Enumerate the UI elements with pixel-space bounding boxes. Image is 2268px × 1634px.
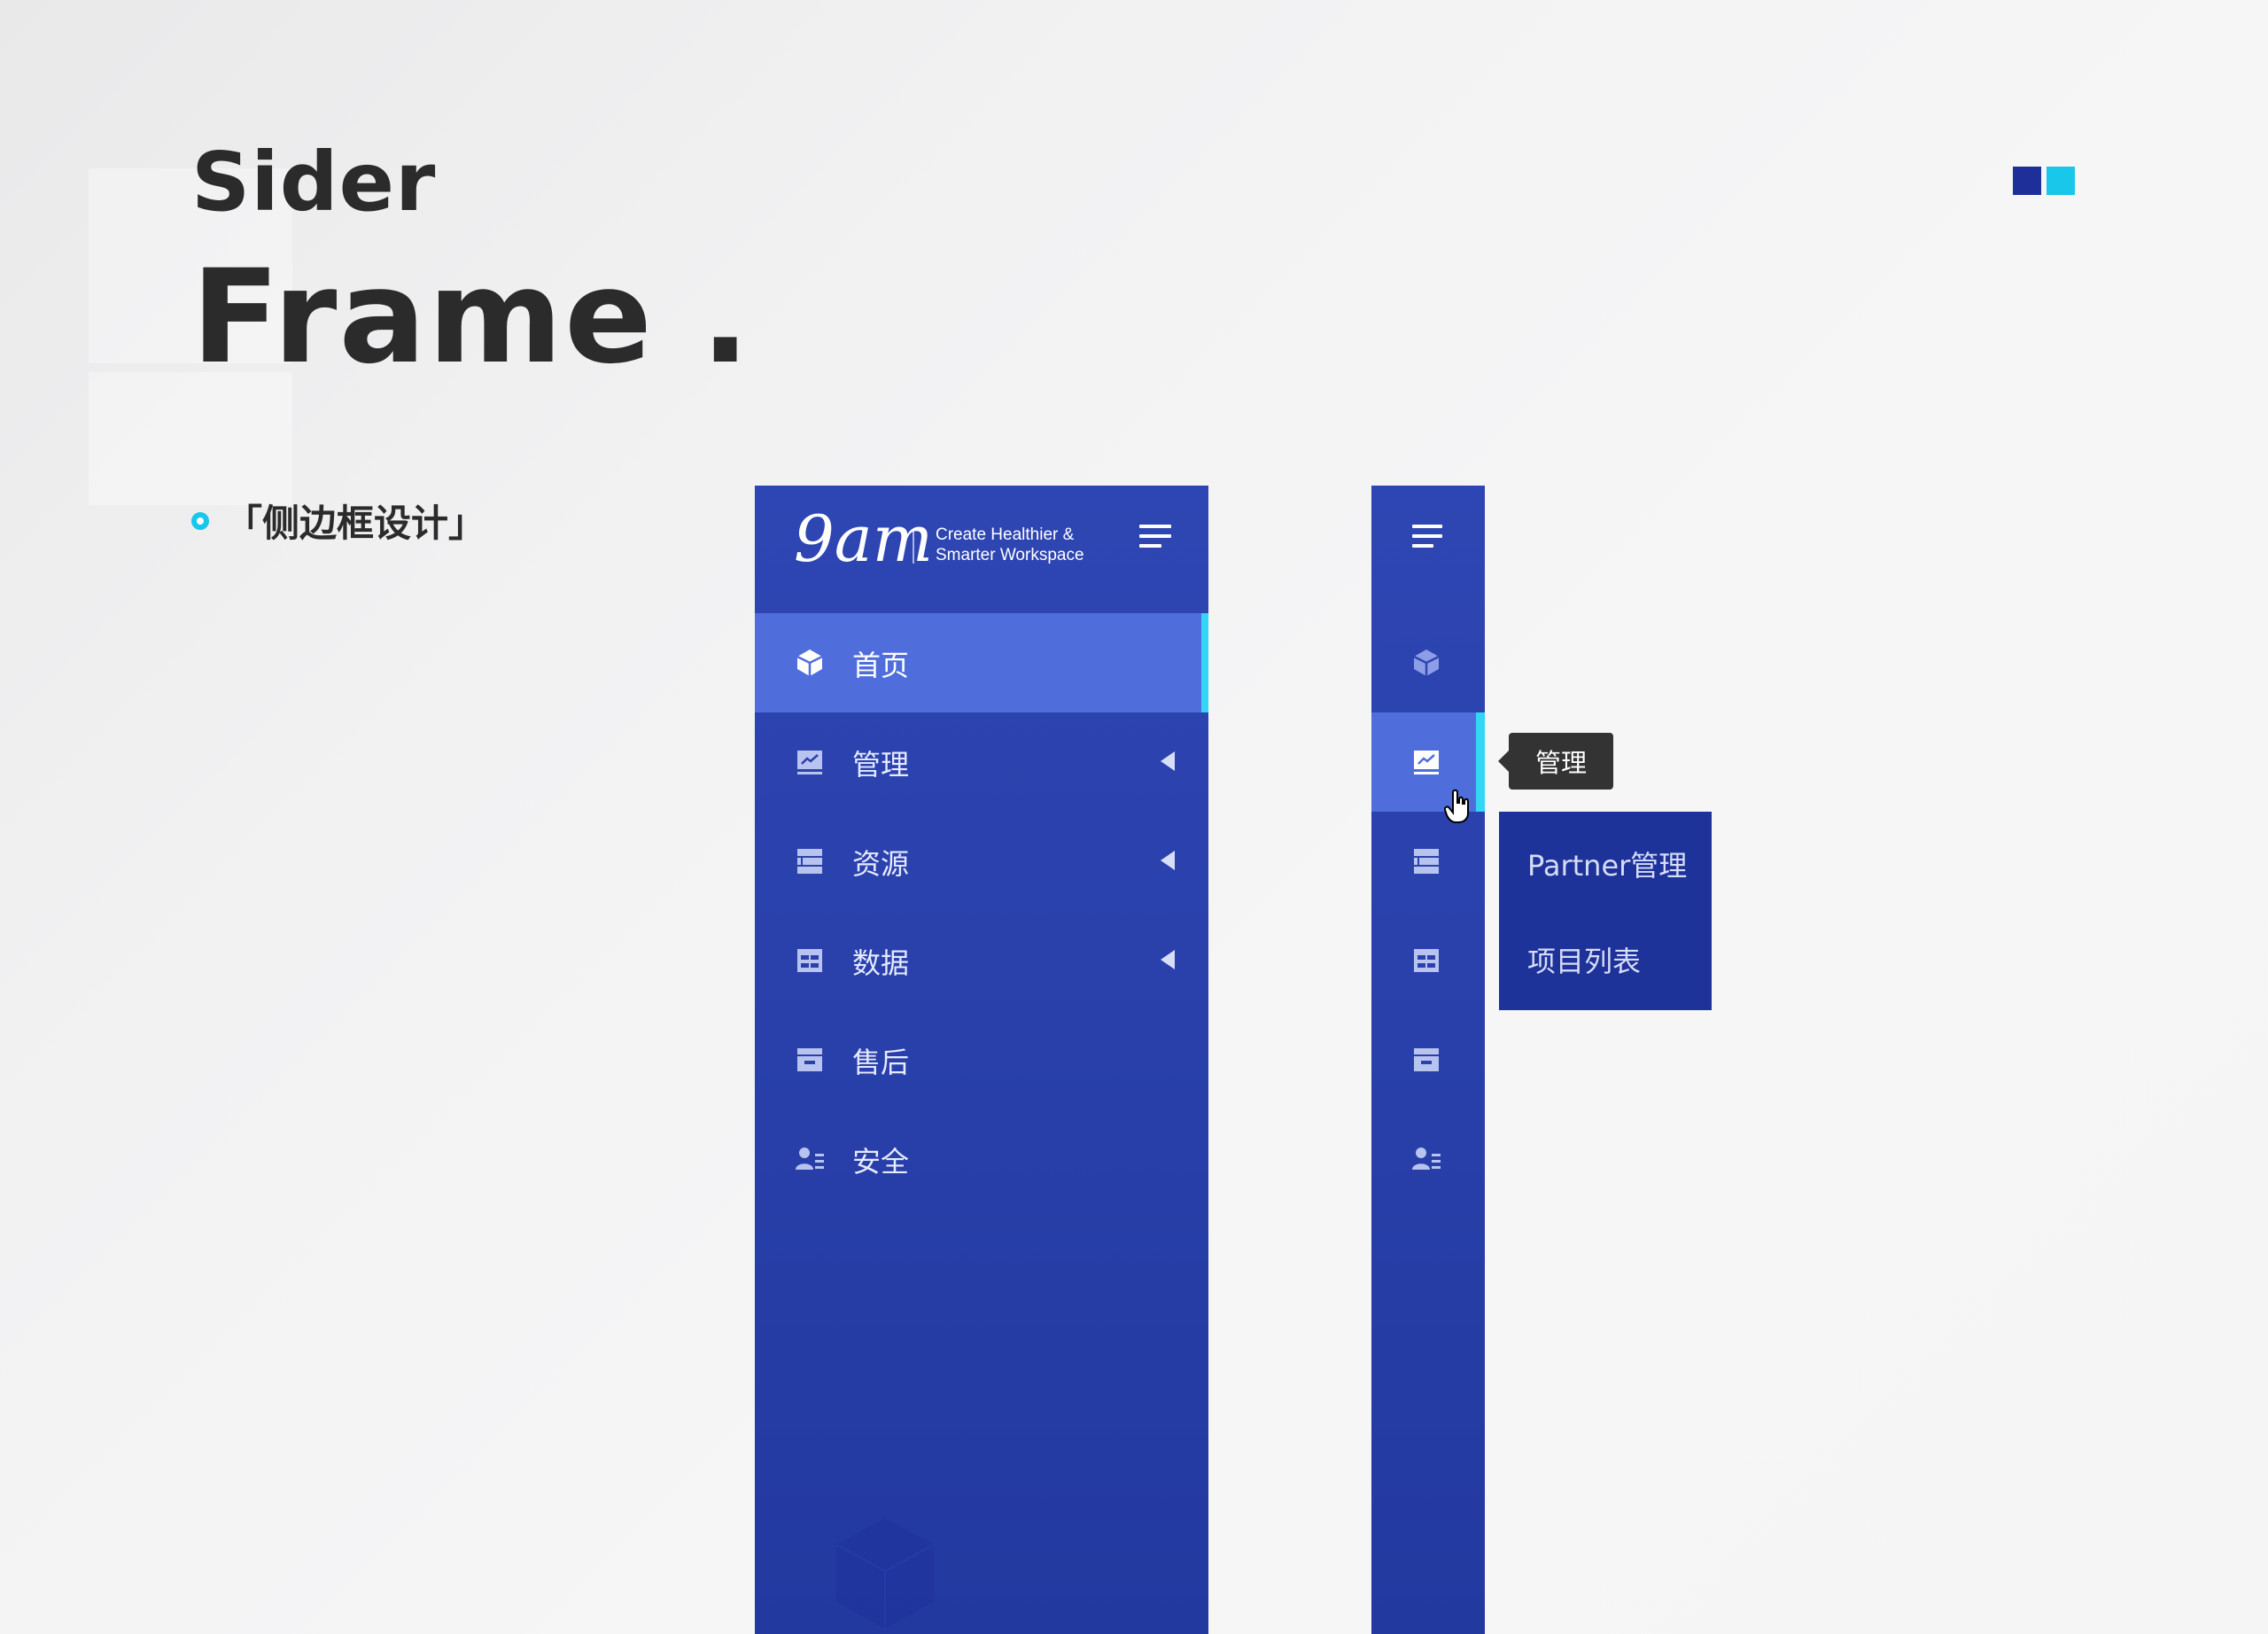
section-label-text: 「侧边框设计」 bbox=[225, 502, 486, 545]
collapsed-item-resources[interactable] bbox=[1371, 812, 1485, 911]
chart-monitor-icon bbox=[797, 751, 822, 774]
hamburger-menu-icon[interactable] bbox=[1139, 525, 1171, 556]
sider-item-label: 安全 bbox=[852, 1145, 910, 1179]
cube-watermark-icon bbox=[836, 1518, 934, 1629]
sider-item-label: 管理 bbox=[852, 748, 910, 782]
expanded-sider: 9am Create Healthier & Smarter Workspace… bbox=[755, 486, 1208, 1634]
caret-left-icon bbox=[1161, 851, 1175, 870]
stack-icon bbox=[1414, 849, 1439, 874]
brand-square-cyan bbox=[2047, 167, 2075, 195]
logo-divider bbox=[913, 530, 914, 564]
sider-item-label: 资源 bbox=[852, 847, 910, 881]
user-list-icon bbox=[1412, 1148, 1441, 1170]
chart-monitor-icon bbox=[1414, 751, 1439, 774]
brand-squares bbox=[2013, 167, 2075, 195]
archive-box-icon bbox=[1414, 1048, 1439, 1071]
tagline-line1: Create Healthier & bbox=[936, 525, 1075, 544]
bullet-icon bbox=[191, 511, 209, 530]
cube-icon bbox=[796, 650, 823, 676]
sider-item-manage[interactable]: 管理 bbox=[755, 712, 1208, 812]
tagline: Create Healthier & Smarter Workspace bbox=[936, 525, 1084, 565]
table-icon bbox=[797, 949, 822, 972]
page-subtitle: Sider bbox=[191, 135, 437, 230]
hamburger-menu-icon[interactable] bbox=[1412, 525, 1442, 555]
section-label: 「侧边框设计」 bbox=[191, 494, 485, 548]
cube-icon bbox=[1413, 650, 1440, 676]
tooltip: 管理 bbox=[1498, 733, 1613, 790]
archive-box-icon bbox=[797, 1048, 822, 1071]
page-title: Frame . bbox=[191, 242, 752, 393]
sider-item-label: 首页 bbox=[852, 649, 910, 682]
caret-left-icon bbox=[1161, 751, 1175, 771]
submenu-item-project-list[interactable]: 项目列表 bbox=[1527, 939, 1641, 980]
sider-item-resources[interactable]: 资源 bbox=[755, 812, 1208, 911]
sider-item-data[interactable]: 数据 bbox=[755, 911, 1208, 1010]
collapsed-sider bbox=[1371, 486, 1485, 1634]
table-icon bbox=[1414, 949, 1439, 972]
collapsed-item-security[interactable] bbox=[1371, 1109, 1485, 1209]
user-list-icon bbox=[796, 1148, 824, 1170]
caret-left-icon bbox=[1161, 950, 1175, 969]
sider-item-label: 售后 bbox=[852, 1046, 910, 1079]
sider-item-home[interactable]: 首页 bbox=[755, 613, 1208, 712]
collapsed-item-home[interactable] bbox=[1371, 613, 1485, 712]
stack-icon bbox=[797, 849, 822, 874]
tagline-line2: Smarter Workspace bbox=[936, 546, 1084, 564]
sider-header: 9am Create Healthier & Smarter Workspace bbox=[755, 486, 1208, 613]
collapsed-item-data[interactable] bbox=[1371, 911, 1485, 1010]
flyout-submenu: Partner管理 项目列表 bbox=[1499, 812, 1712, 1010]
brand-square-navy bbox=[2013, 167, 2041, 195]
submenu-item-partner[interactable]: Partner管理 bbox=[1527, 844, 1687, 884]
sider-item-label: 数据 bbox=[852, 946, 910, 980]
collapsed-item-after-sales[interactable] bbox=[1371, 1010, 1485, 1109]
sider-item-security[interactable]: 安全 bbox=[755, 1109, 1208, 1209]
hand-cursor-icon bbox=[1444, 789, 1469, 823]
sider-item-after-sales[interactable]: 售后 bbox=[755, 1010, 1208, 1109]
